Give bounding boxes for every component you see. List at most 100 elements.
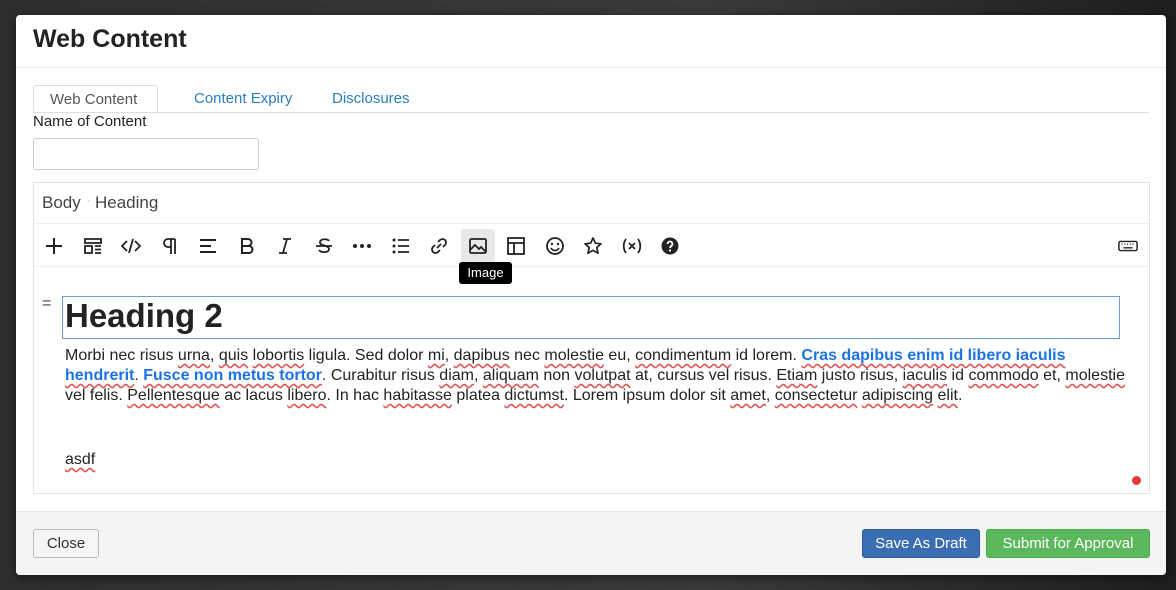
tab-disclosures[interactable]: Disclosures [316, 85, 426, 112]
layout-icon [84, 238, 102, 254]
special-character-button[interactable] [576, 229, 610, 263]
table-icon [507, 237, 525, 255]
text: ac lacus [219, 387, 288, 404]
text: , [765, 387, 775, 404]
editor-toolbar [34, 224, 1149, 267]
help-icon [661, 237, 679, 255]
breadcrumb-heading[interactable]: Heading [95, 193, 158, 213]
web-content-dialog: Web Content Web Content Content Expiry D… [16, 15, 1166, 575]
link-icon [431, 238, 447, 254]
misspelled-word: molestie [1065, 367, 1125, 384]
misspelled-word: condimentum [635, 347, 732, 364]
bold-icon [241, 238, 254, 254]
code-icon [121, 238, 141, 254]
text: Morbi nec risus [65, 347, 178, 364]
text: . [134, 367, 144, 384]
keyboard-shortcuts-button[interactable] [1111, 229, 1145, 263]
text: , [473, 367, 483, 384]
misspelled-word: Pellentesque [127, 387, 220, 404]
more-icon [353, 244, 371, 248]
text-block[interactable]: asdf [65, 451, 95, 469]
image-button[interactable] [461, 229, 495, 263]
tab-web-content[interactable]: Web Content [33, 85, 158, 112]
text: et, [1038, 367, 1066, 384]
editor-content[interactable]: = Heading 2 Morbi nec risus urna, quis l… [34, 267, 1149, 493]
code-button[interactable] [114, 229, 148, 263]
paragraph-link[interactable]: Fusce non metus tortor [143, 367, 322, 384]
misspelled-word: adipiscing [861, 387, 934, 404]
link-button[interactable] [422, 229, 456, 263]
strikethrough-button[interactable] [307, 229, 341, 263]
dialog-header: Web Content [16, 15, 1166, 68]
tab-bar: Web Content Content Expiry Disclosures [33, 85, 1149, 113]
misspelled-word: consectetur [774, 387, 858, 404]
text: nec [509, 347, 545, 364]
block-drag-handle[interactable]: = [42, 296, 51, 312]
breadcrumb-body[interactable]: Body [42, 193, 81, 213]
heading-2-block[interactable]: Heading 2 [65, 296, 223, 336]
dialog-title: Web Content [33, 25, 187, 53]
text: . In hac [326, 387, 384, 404]
name-of-content-input[interactable] [33, 138, 259, 170]
close-button[interactable]: Close [33, 529, 99, 558]
dialog-footer: Close Save As Draft Submit for Approval [16, 511, 1166, 575]
name-of-content-label: Name of Content [33, 113, 147, 130]
misspelled-word: urna [177, 347, 210, 364]
rich-text-editor: Body · Heading Image = Heading 2 Morbi n… [33, 182, 1150, 494]
text: at, cursus vel risus. [630, 367, 777, 384]
submit-for-approval-button[interactable]: Submit for Approval [986, 529, 1150, 558]
layout-button[interactable] [76, 229, 110, 263]
misspelled-word: libero [287, 387, 327, 404]
variable-icon [622, 238, 642, 254]
misspelled-word: lobortis [252, 347, 305, 364]
paragraph-button[interactable] [153, 229, 187, 263]
table-button[interactable] [499, 229, 533, 263]
list-button[interactable] [384, 229, 418, 263]
text: justo risus, [817, 367, 903, 384]
text: vel felis. [65, 387, 128, 404]
save-as-draft-button[interactable]: Save As Draft [862, 529, 980, 558]
tab-content-expiry[interactable]: Content Expiry [178, 85, 308, 112]
misspelled-word: asdf [65, 451, 96, 468]
misspelled-word: dapibus [453, 347, 510, 364]
text: . Lorem ipsum dolor sit [563, 387, 731, 404]
misspelled-word: mi [427, 347, 445, 364]
emoji-button[interactable] [538, 229, 572, 263]
star-icon [584, 237, 602, 255]
text: id [947, 367, 969, 384]
misspelled-word: aliquam [482, 367, 539, 384]
variable-button[interactable] [615, 229, 649, 263]
misspelled-word: molestie [544, 347, 604, 364]
misspelled-word: diam [439, 367, 474, 384]
align-button[interactable] [191, 229, 225, 263]
text: id lorem. [731, 347, 802, 364]
text: platea [451, 387, 505, 404]
keyboard-icon [1118, 240, 1138, 252]
misspelled-word: dictumst [504, 387, 564, 404]
misspelled-word: elit [937, 387, 958, 404]
misspelled-word: commodo [968, 367, 1039, 384]
italic-button[interactable] [268, 229, 302, 263]
strikethrough-icon [316, 238, 332, 254]
paragraph-icon [163, 238, 176, 254]
text: , [209, 347, 219, 364]
insert-button[interactable] [37, 229, 71, 263]
text: non [538, 367, 575, 384]
misspelled-word: Etiam [776, 367, 818, 384]
help-button[interactable] [653, 229, 687, 263]
bold-button[interactable] [230, 229, 264, 263]
italic-icon [279, 238, 291, 254]
editor-breadcrumb: Body · Heading [34, 183, 1149, 224]
text: ligula. Sed dolor [304, 347, 428, 364]
align-icon [200, 239, 216, 253]
breadcrumb-separator: · [87, 196, 90, 205]
image-tooltip: Image [459, 262, 512, 284]
list-icon [392, 238, 409, 254]
text: . [957, 387, 963, 404]
misspelled-word: iaculis [902, 367, 948, 384]
misspelled-word: amet [730, 387, 766, 404]
paragraph-block[interactable]: Morbi nec risus urna, quis lobortis ligu… [65, 346, 1125, 406]
more-button[interactable] [345, 229, 379, 263]
misspelled-word: habitasse [383, 387, 452, 404]
status-indicator-dot [1132, 476, 1141, 485]
